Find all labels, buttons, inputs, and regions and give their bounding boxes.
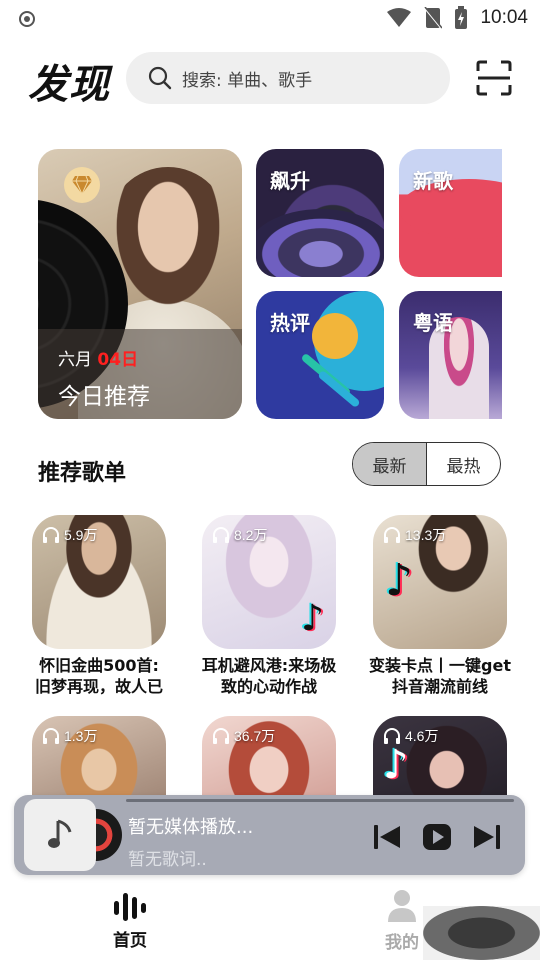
hot-label: 热评 <box>270 311 310 335</box>
playlist-title-line: 怀旧金曲500首: <box>39 656 159 675</box>
search-input[interactable]: 搜索: 单曲、歌手 <box>126 52 450 104</box>
battery-charging-icon <box>455 6 468 29</box>
playlist-card[interactable]: 13.3万 ♪ 变装卡点丨一键get 抖音潮流前线 <box>365 515 515 697</box>
headphones-icon <box>43 527 59 543</box>
playlist-cover: 13.3万 ♪ <box>373 515 507 649</box>
daily-month: 六月 <box>58 350 92 370</box>
search-icon <box>148 66 172 90</box>
play-count: 8.2万 <box>212 525 267 545</box>
headphones-icon <box>43 728 59 744</box>
play-count-value: 1.3万 <box>64 728 98 744</box>
user-icon <box>388 890 416 922</box>
play-count-value: 36.7万 <box>234 728 276 744</box>
next-icon <box>474 825 500 849</box>
tiktok-logo-icon: ♪ <box>383 742 409 788</box>
mini-player[interactable]: 暂无媒体播放... 暂无歌词.. <box>14 795 525 875</box>
play-button[interactable] <box>422 823 452 851</box>
tab-hottest[interactable]: 最热 <box>427 443 500 485</box>
tab-latest[interactable]: 最新 <box>353 443 427 485</box>
playback-progress[interactable] <box>126 799 514 802</box>
tiktok-logo-icon: ♪ <box>301 598 324 639</box>
diamond-icon <box>64 167 100 203</box>
nav-mine-label: 我的 <box>385 933 419 953</box>
new-label: 新歌 <box>413 169 453 193</box>
play-icon <box>423 824 451 850</box>
rise-chart-tile[interactable]: 飙升 <box>256 149 384 277</box>
playlist-title: 怀旧金曲500首: 旧梦再现，故人已 <box>24 655 174 697</box>
daily-label: 今日推荐 <box>58 384 150 410</box>
prev-button[interactable] <box>372 823 402 851</box>
cantonese-label: 粤语 <box>413 311 453 335</box>
play-count: 5.9万 <box>42 525 97 545</box>
new-songs-tile[interactable]: 新歌 <box>399 149 502 277</box>
playlist-title: 变装卡点丨一键get 抖音潮流前线 <box>365 655 515 697</box>
playlist-title-line: 抖音潮流前线 <box>391 677 488 696</box>
play-count: 1.3万 <box>42 726 97 746</box>
sun-artwork <box>312 313 358 359</box>
daily-date: 六月 04日 <box>58 345 138 370</box>
search-placeholder: 搜索: 单曲、歌手 <box>182 70 313 91</box>
playlist-card[interactable]: 8.2万 ♪ 耳机避风港:来场极 致的心动作战 <box>194 515 344 697</box>
headphones-icon <box>213 527 229 543</box>
notification-dot-icon <box>19 11 35 27</box>
nav-mine[interactable]: 我的 <box>385 888 419 953</box>
status-icons: 10:04 <box>386 6 528 30</box>
headphones-icon <box>213 728 229 744</box>
playlist-cover: 8.2万 ♪ <box>202 515 336 649</box>
nav-home-label: 首页 <box>113 931 147 951</box>
page-title: 发现 <box>28 62 110 108</box>
tiktok-logo-icon: ♪ <box>385 555 414 606</box>
play-count-value: 5.9万 <box>64 527 98 543</box>
playlist-title: 耳机避风港:来场极 致的心动作战 <box>194 655 344 697</box>
scan-icon[interactable] <box>476 60 512 96</box>
hot-comments-tile[interactable]: 热评 <box>256 291 384 419</box>
status-time: 10:04 <box>480 7 528 28</box>
play-count: 13.3万 <box>383 525 446 545</box>
play-count-value: 4.6万 <box>405 728 439 744</box>
status-bar: 10:04 <box>0 0 540 36</box>
daily-recommend-tile[interactable]: 六月 04日 今日推荐 <box>38 149 242 419</box>
playlist-title-line: 变装卡点丨一键get <box>369 656 511 675</box>
playlist-title-line: 耳机避风港:来场极 <box>201 656 337 675</box>
wifi-icon <box>387 8 412 27</box>
playlist-title-line: 致的心动作战 <box>220 677 317 696</box>
sort-toggle: 最新 最热 <box>352 442 501 486</box>
equalizer-icon <box>114 893 146 921</box>
playlist-title-line: 旧梦再现，故人已 <box>34 677 163 696</box>
cantonese-tile[interactable]: 粤语 <box>399 291 502 419</box>
now-playing-title: 暂无媒体播放... <box>128 817 254 838</box>
nav-home[interactable]: 首页 <box>112 892 148 951</box>
album-art[interactable] <box>24 799 96 871</box>
play-count-value: 8.2万 <box>234 527 268 543</box>
next-button[interactable] <box>472 823 502 851</box>
no-signal-icon <box>424 7 443 29</box>
music-note-icon <box>48 819 72 848</box>
prev-icon <box>374 825 400 849</box>
daily-day: 04日 <box>97 350 139 370</box>
rise-label: 飙升 <box>270 169 310 193</box>
floating-overlay <box>423 906 540 960</box>
playlist-cover: 5.9万 <box>32 515 166 649</box>
headphones-icon <box>384 527 400 543</box>
play-count-value: 13.3万 <box>405 527 447 543</box>
section-title: 推荐歌单 <box>38 461 127 486</box>
now-playing-lyric: 暂无歌词.. <box>128 850 207 870</box>
play-count: 36.7万 <box>212 726 275 746</box>
playlist-card[interactable]: 5.9万 怀旧金曲500首: 旧梦再现，故人已 <box>24 515 174 697</box>
turntable-artwork <box>256 209 384 277</box>
